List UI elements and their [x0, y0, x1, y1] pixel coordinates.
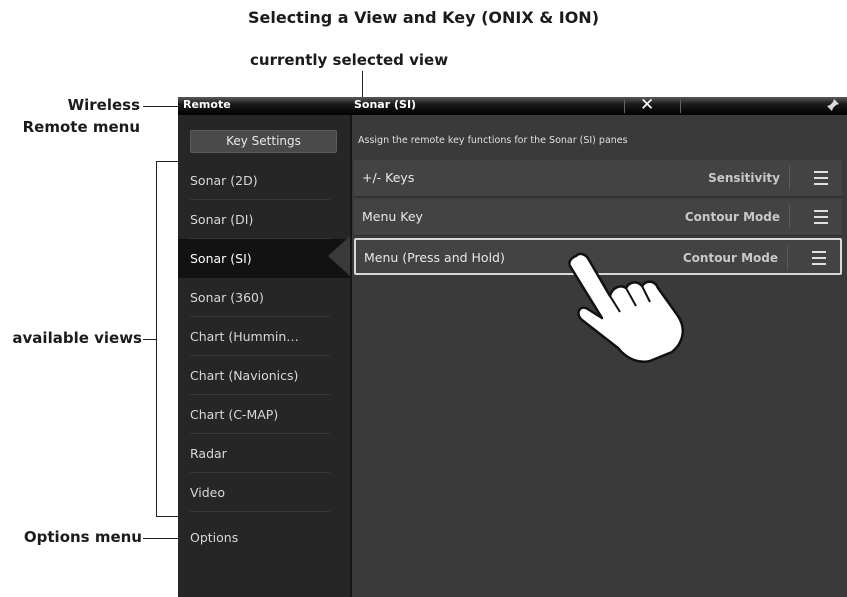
sidebar-item-label: Chart (C-MAP)	[190, 407, 279, 422]
caption-options-menu: Options menu	[23, 528, 142, 546]
sidebar-item-label: Options	[190, 530, 239, 545]
callout-line-available-views	[143, 339, 156, 340]
row-separator	[789, 166, 790, 190]
sidebar-item-sonar-360[interactable]: Sonar (360)	[178, 278, 350, 317]
sidebar-item-sonar-di[interactable]: Sonar (DI)	[178, 200, 350, 239]
title-bar: Remote Sonar (SI) ✕	[178, 95, 847, 115]
key-name: Menu (Press and Hold)	[364, 250, 505, 265]
menu-icon[interactable]	[814, 210, 828, 224]
close-icon[interactable]: ✕	[640, 95, 654, 115]
caption-currently-selected-view: currently selected view	[250, 51, 449, 69]
sidebar-item-label: Radar	[190, 446, 227, 461]
sidebar-item-label: Sonar (DI)	[190, 212, 254, 227]
key-row-menu-key[interactable]: Menu Key Contour Mode	[354, 199, 842, 236]
sidebar-item-video[interactable]: Video	[178, 473, 350, 512]
current-view-title: Sonar (SI)	[354, 98, 417, 111]
figure-title: Selecting a View and Key (ONIX & ION)	[247, 8, 600, 27]
sidebar-item-chart-humminbird[interactable]: Chart (Hummin…	[178, 317, 350, 356]
key-function-value: Sensitivity	[708, 171, 780, 185]
sidebar-item-label: Video	[190, 485, 226, 500]
callout-line-current-view	[362, 71, 363, 99]
caption-wireless-line2: Remote menu	[22, 118, 140, 136]
callout-line-wireless	[143, 106, 179, 107]
key-row-plus-minus[interactable]: +/- Keys Sensitivity	[354, 160, 842, 197]
sidebar-item-chart-cmap[interactable]: Chart (C-MAP)	[178, 395, 350, 434]
callout-line-options	[143, 538, 179, 539]
sidebar-item-label: Chart (Navionics)	[190, 368, 299, 383]
row-separator	[789, 205, 790, 229]
remote-menu-title: Remote	[183, 98, 231, 111]
sidebar-item-sonar-si[interactable]: Sonar (SI)	[178, 239, 350, 278]
key-settings-button[interactable]: Key Settings	[190, 130, 337, 153]
sidebar-item-sonar-2d[interactable]: Sonar (2D)	[178, 161, 350, 200]
pointing-hand-icon	[568, 252, 685, 363]
sidebar-item-radar[interactable]: Radar	[178, 434, 350, 473]
row-separator	[787, 246, 788, 270]
key-name: Menu Key	[362, 209, 423, 224]
key-function-value: Contour Mode	[684, 210, 780, 224]
sidebar-item-label: Sonar (2D)	[190, 173, 258, 188]
caption-wireless-remote-menu: Wireless Remote menu	[0, 94, 140, 138]
pin-icon[interactable]	[826, 98, 840, 112]
views-sidebar: Key Settings Sonar (2D) Sonar (DI) Sonar…	[178, 115, 350, 597]
caption-wireless-line1: Wireless	[67, 96, 140, 114]
sidebar-item-chart-navionics[interactable]: Chart (Navionics)	[178, 356, 350, 395]
pane-divider	[350, 115, 352, 597]
menu-icon[interactable]	[812, 251, 826, 265]
menu-icon[interactable]	[814, 171, 828, 185]
title-separator	[680, 100, 681, 113]
caption-available-views: available views	[12, 329, 142, 347]
sidebar-item-label: Sonar (360)	[190, 290, 264, 305]
sidebar-item-label: Sonar (SI)	[190, 251, 252, 266]
key-name: +/- Keys	[362, 170, 415, 185]
divider	[190, 511, 330, 512]
remote-settings-screen: Remote Sonar (SI) ✕ Key Settings Sonar (…	[178, 95, 847, 597]
title-separator	[624, 100, 625, 113]
selection-pointer	[328, 236, 350, 276]
sidebar-item-label: Chart (Hummin…	[190, 329, 299, 344]
sidebar-item-options[interactable]: Options	[178, 518, 350, 557]
pane-description: Assign the remote key functions for the …	[358, 135, 628, 146]
bracket-vertical	[156, 161, 157, 517]
key-function-value: Contour Mode	[682, 251, 778, 265]
